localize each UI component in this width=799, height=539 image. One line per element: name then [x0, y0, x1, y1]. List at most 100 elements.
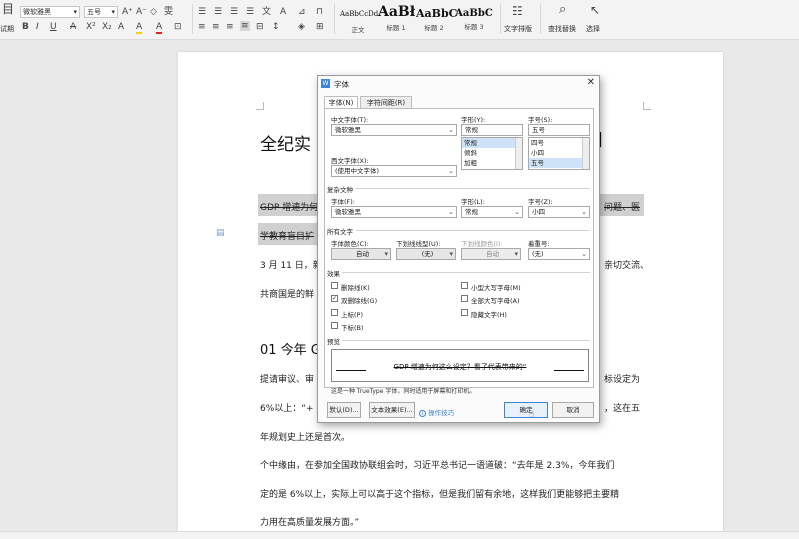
all-caps-checkbox[interactable] [461, 295, 468, 302]
sort-icon[interactable]: A [280, 7, 286, 17]
superscript-checkbox[interactable] [331, 309, 338, 316]
small-caps-checkbox[interactable] [461, 282, 468, 289]
search-icon[interactable]: ⌕ [559, 3, 566, 16]
style-normal[interactable]: AaBbCcDd 正文 [340, 2, 378, 34]
font-name-select[interactable]: 微软雅黑 ▾ [20, 6, 80, 18]
align-right-icon[interactable]: ≡ [226, 22, 234, 32]
close-icon[interactable]: ✕ [587, 77, 595, 88]
justify-icon[interactable]: ≡ [240, 21, 250, 31]
style-list[interactable]: 常规 倾斜 加粗 [461, 137, 523, 170]
ribbon-separator [334, 4, 335, 34]
style-heading-2[interactable]: AaBbC 标题 2 [416, 2, 457, 32]
table-icon[interactable]: ⊓ [316, 7, 323, 17]
complex-style-select[interactable]: 常规 ⌄ [461, 206, 523, 218]
size-input[interactable]: 五号 [528, 124, 590, 136]
list-item[interactable]: 加粗 [462, 158, 522, 168]
style-heading-1[interactable]: AaBł 标题 1 [378, 2, 415, 32]
line-spacing-icon[interactable]: ↕ [272, 22, 280, 32]
shading-icon[interactable]: ◈ [298, 22, 305, 32]
list-item[interactable]: 倾斜 [462, 148, 522, 158]
chevron-down-icon: ▾ [384, 250, 388, 258]
status-bar [0, 531, 799, 539]
subscript-checkbox-label[interactable]: 下标(B) [341, 322, 364, 332]
phonetic-guide-icon[interactable]: 雯 [164, 7, 173, 17]
margin-corner-mark [643, 102, 651, 110]
strikethrough-checkbox[interactable] [331, 282, 338, 289]
paragraph-2-line-2: 共商国是的鲜 [260, 290, 315, 300]
dialog-title-bar[interactable]: W 字体 ✕ [318, 76, 599, 92]
text-effect-icon[interactable]: A [118, 22, 124, 32]
format-painter-icon[interactable]: 目 [2, 3, 14, 15]
mouse-cursor-icon: ☝ [529, 410, 535, 420]
font-color-select[interactable]: 自动 ▾ [331, 248, 391, 260]
emphasis-label: 着重号: [528, 240, 550, 248]
small-caps-checkbox-label[interactable]: 小型大写字母(M) [471, 282, 521, 292]
paragraph-3-line-3: 年规划史上还是首次。 [260, 433, 351, 443]
find-replace-button[interactable]: 查找替换 [548, 24, 576, 34]
font-size-select[interactable]: 五号 ▾ [84, 6, 118, 18]
subscript-checkbox[interactable] [331, 322, 338, 329]
chevron-down-icon: ▾ [73, 8, 77, 16]
double-strikethrough-checkbox-label[interactable]: 双删除线(G) [341, 295, 377, 305]
complex-size-select[interactable]: 小四 ⌄ [528, 206, 590, 218]
size-list[interactable]: 四号 小四 五号 [528, 137, 590, 170]
font-color-icon[interactable]: A [156, 22, 163, 34]
scrollbar[interactable] [582, 138, 589, 169]
hidden-text-checkbox[interactable] [461, 309, 468, 316]
clear-format-icon[interactable]: ◇ [150, 7, 157, 17]
text-layout-icon[interactable]: ☷ [512, 5, 523, 17]
style-heading-3[interactable]: AaBbC 标题 3 [454, 2, 494, 31]
wps-app-icon: W [321, 79, 330, 88]
list-item[interactable]: 小四 [529, 148, 589, 158]
highlight-icon[interactable]: A [136, 22, 143, 34]
superscript-icon[interactable]: X² [86, 22, 96, 32]
align-left-icon[interactable]: ≡ [198, 22, 206, 32]
list-item[interactable]: 常规 [462, 138, 522, 148]
ok-button[interactable]: 确定 [504, 402, 548, 418]
underline-style-select[interactable]: (无) ▾ [396, 248, 456, 260]
strikethrough-checkbox-label[interactable]: 删除线(K) [341, 282, 370, 292]
distribute-icon[interactable]: ⊟ [256, 22, 264, 32]
default-button[interactable]: 默认(D)... [327, 402, 361, 418]
decrease-indent-icon[interactable]: ☰ [230, 7, 238, 17]
list-item[interactable]: 五号 [529, 158, 589, 168]
tips-link[interactable]: i 操作技巧 [419, 407, 454, 417]
select-button[interactable]: 选择 [586, 24, 600, 34]
emphasis-select[interactable]: (无) ⌄ [528, 248, 590, 260]
increase-indent-icon[interactable]: ☰ [246, 7, 254, 17]
subscript-icon[interactable]: X₂ [102, 22, 112, 32]
paragraph-handle-icon[interactable]: ▤ [216, 228, 225, 238]
borders-icon[interactable]: ⊞ [316, 22, 324, 32]
char-border-icon[interactable]: ⊡ [174, 22, 182, 32]
text-effect-button[interactable]: 文本效果(E)... [369, 402, 415, 418]
cn-font-select[interactable]: 微软雅黑 ⌄ [331, 124, 457, 136]
west-font-select[interactable]: (使用中文字体) ⌄ [331, 165, 457, 177]
strikethrough-icon[interactable]: A [70, 22, 76, 32]
cancel-button[interactable]: 取消 [552, 402, 594, 418]
cursor-arrow-icon[interactable]: ↖ [590, 4, 600, 16]
list-item[interactable]: 四号 [529, 138, 589, 148]
italic-icon[interactable]: I [36, 22, 39, 32]
bullets-icon[interactable]: ☰ [198, 7, 206, 17]
text-layout-button[interactable]: 文字排版 [504, 24, 532, 34]
double-strikethrough-checkbox[interactable]: ✓ [331, 295, 338, 302]
hidden-text-checkbox-label[interactable]: 隐藏文字(H) [471, 309, 507, 319]
chinese-layout-icon[interactable]: 文 [262, 7, 271, 17]
underline-icon[interactable]: U [50, 22, 57, 32]
grow-font-icon[interactable]: A⁺ [122, 7, 133, 17]
format-painter-label[interactable]: 试期 [0, 24, 14, 34]
style-input[interactable]: 常规 [461, 124, 523, 136]
align-center-icon[interactable]: ≡ [212, 22, 220, 32]
shrink-font-icon[interactable]: A⁻ [136, 7, 147, 17]
size-label: 字号(S): [528, 116, 553, 124]
underline-color-select: 自动 ▾ [461, 248, 521, 260]
numbering-icon[interactable]: ☰ [214, 7, 222, 17]
west-font-label: 西文字体(X): [331, 157, 369, 165]
complex-font-select[interactable]: 微软雅黑 ⌄ [331, 206, 457, 218]
show-marks-icon[interactable]: ⊿ [298, 7, 306, 17]
all-caps-checkbox-label[interactable]: 全部大写字母(A) [471, 295, 520, 305]
bold-icon[interactable]: B [22, 22, 29, 32]
superscript-checkbox-label[interactable]: 上标(P) [341, 309, 363, 319]
paragraph-2-line-1: 3 月 11 日，新 [260, 261, 322, 271]
scrollbar[interactable] [515, 138, 522, 169]
